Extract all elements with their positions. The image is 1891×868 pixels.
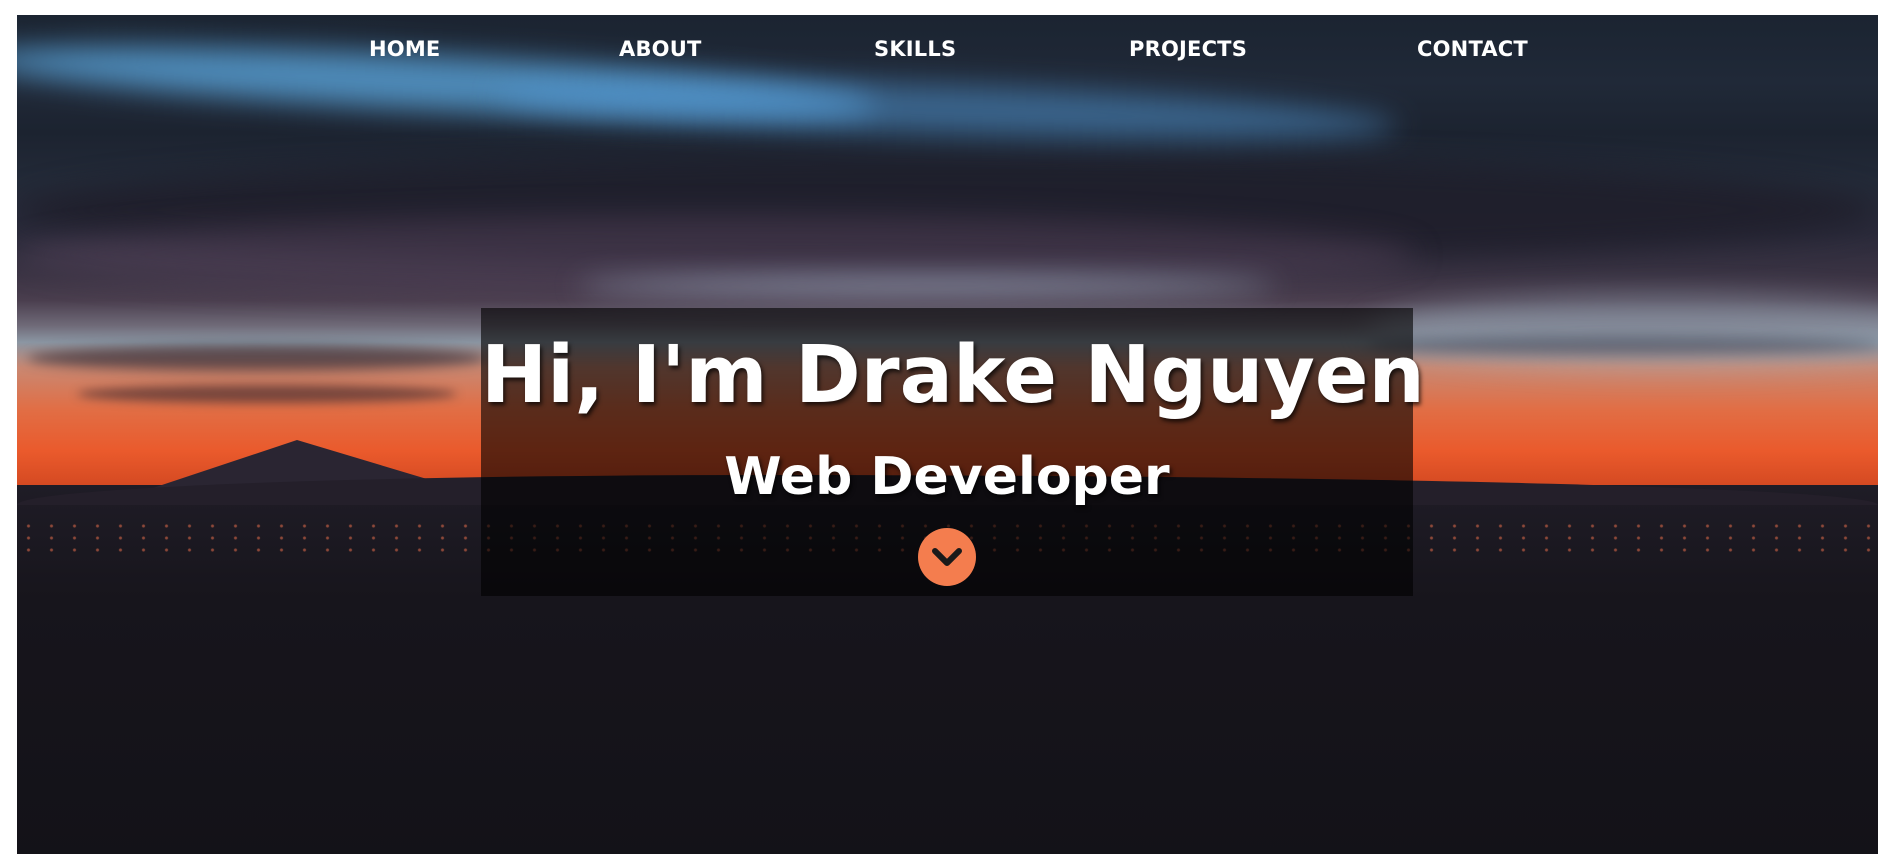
nav-item-about[interactable]: ABOUT xyxy=(619,37,702,61)
chevron-down-icon xyxy=(932,548,962,566)
nav-item-contact[interactable]: CONTACT xyxy=(1417,37,1528,61)
hero-title: Hi, I'm Drake Nguyen xyxy=(481,329,1425,421)
hero-section: HOME ABOUT SKILLS PROJECTS CONTACT Hi, I… xyxy=(17,15,1878,854)
top-navigation: HOME ABOUT SKILLS PROJECTS CONTACT xyxy=(17,37,1878,67)
nav-item-home[interactable]: HOME xyxy=(369,37,440,61)
hero-subtitle: Web Developer xyxy=(724,447,1170,507)
scroll-down-button[interactable] xyxy=(918,528,976,586)
nav-item-projects[interactable]: PROJECTS xyxy=(1129,37,1247,61)
nav-item-skills[interactable]: SKILLS xyxy=(874,37,956,61)
hero-overlay-box: Hi, I'm Drake Nguyen Web Developer xyxy=(481,308,1425,596)
